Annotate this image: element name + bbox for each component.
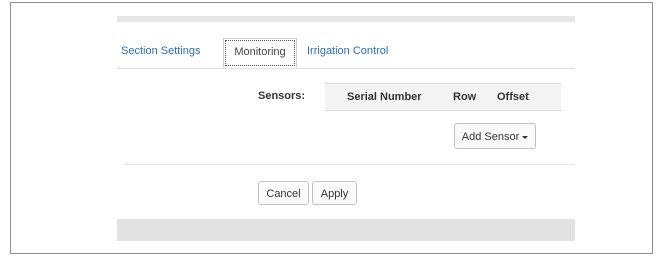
tab-irrigation-control[interactable]: Irrigation Control bbox=[307, 38, 388, 68]
add-sensor-button[interactable]: Add Sensor bbox=[454, 123, 536, 149]
column-header-row: Row bbox=[453, 91, 477, 103]
column-header-serial-number: Serial Number bbox=[347, 91, 422, 103]
apply-button[interactable]: Apply bbox=[312, 181, 357, 205]
divider bbox=[124, 164, 575, 165]
sensors-label: Sensors: bbox=[258, 90, 306, 102]
tab-bar: Section Settings Monitoring Irrigation C… bbox=[117, 38, 575, 69]
column-header-offset: Offset bbox=[497, 91, 529, 103]
add-sensor-label: Add Sensor bbox=[461, 131, 520, 143]
top-header-bar bbox=[117, 16, 575, 22]
tab-section-settings[interactable]: Section Settings bbox=[121, 38, 201, 68]
sensor-table-header: Serial Number Row Offset bbox=[325, 83, 561, 111]
tab-monitoring[interactable]: Monitoring bbox=[223, 38, 297, 68]
caret-down-icon bbox=[522, 135, 529, 139]
cancel-button[interactable]: Cancel bbox=[258, 181, 309, 205]
bottom-footer-bar bbox=[117, 219, 575, 241]
